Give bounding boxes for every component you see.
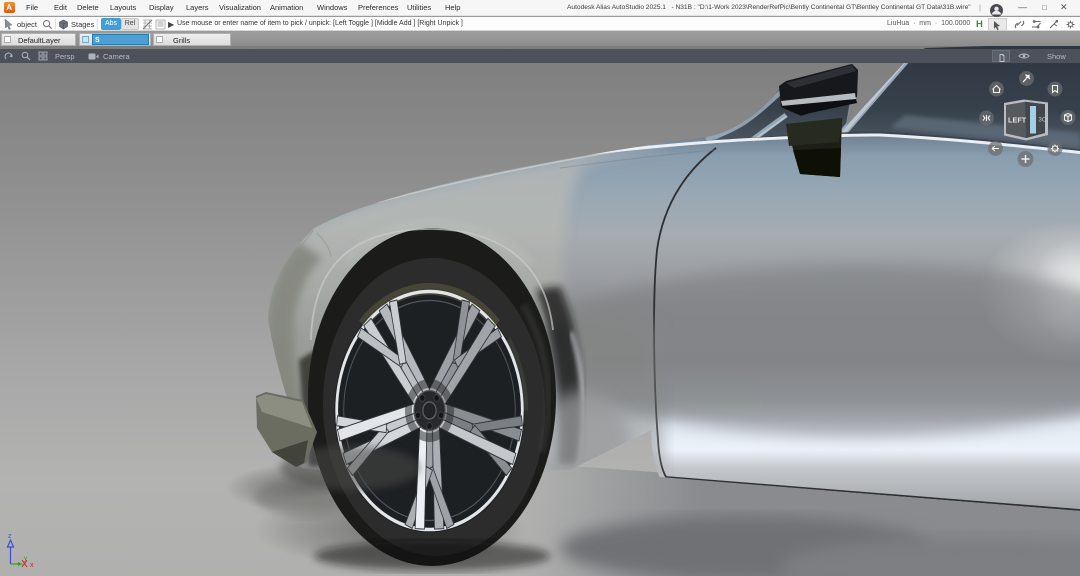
svg-text:3O: 3O	[1039, 118, 1047, 124]
svg-text:x: x	[30, 562, 34, 569]
svg-text:z: z	[8, 533, 12, 540]
svg-text:LEFT: LEFT	[1008, 116, 1027, 125]
